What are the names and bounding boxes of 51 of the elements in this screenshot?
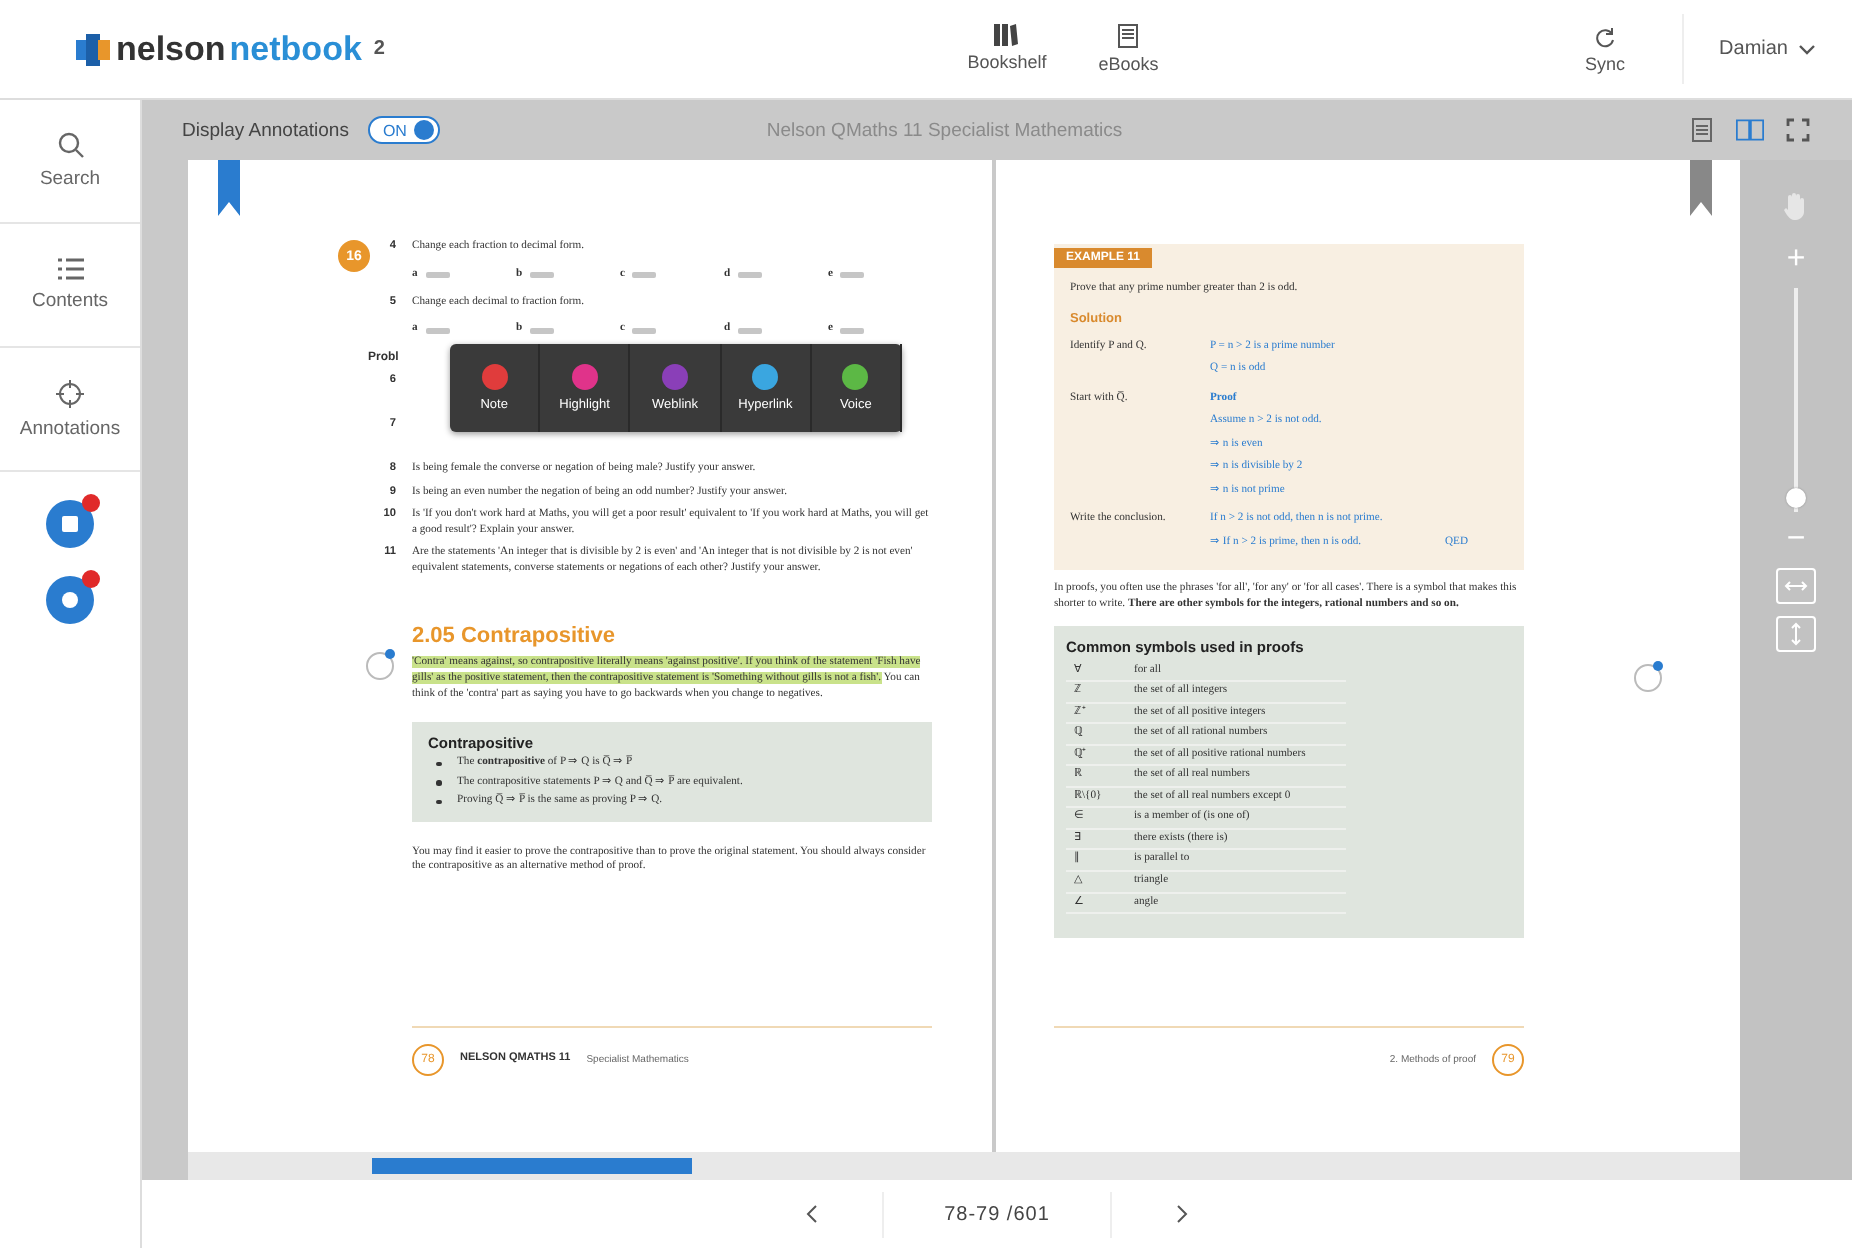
single-page-view-button[interactable] <box>1688 116 1716 144</box>
chevron-down-icon <box>1798 43 1816 55</box>
bullet-icon <box>436 799 441 805</box>
dot-icon <box>60 590 80 610</box>
illegible-value <box>425 272 450 279</box>
double-page-view-button[interactable] <box>1736 116 1764 144</box>
sync-button[interactable]: Sync <box>1581 21 1630 77</box>
illegible-value <box>840 327 865 334</box>
logo[interactable]: nelson netbook 2 <box>76 29 385 69</box>
crosshair-icon <box>56 379 84 407</box>
note-annotation-button[interactable] <box>46 500 94 548</box>
list-icon <box>57 258 83 280</box>
horizontal-arrows-icon <box>1784 578 1808 594</box>
illegible-value <box>425 327 450 334</box>
illegible-value <box>530 272 555 279</box>
bullet-icon <box>436 780 441 786</box>
illegible-value <box>632 272 657 279</box>
vertical-arrows-icon <box>1788 622 1804 646</box>
ebook-icon <box>1118 24 1139 48</box>
annotation-marker-icon[interactable] <box>1632 660 1664 696</box>
illegible-value <box>738 272 763 279</box>
sidebar-item[interactable]: Annotations <box>0 348 140 472</box>
chevron-left-icon <box>806 1204 819 1224</box>
illegible-value <box>632 327 657 334</box>
illegible-value <box>738 327 763 334</box>
books-icon <box>994 24 1019 46</box>
user-menu[interactable]: Damian <box>1681 14 1816 84</box>
nav-button[interactable]: eBooks <box>1094 20 1163 78</box>
weblink-annotation-button[interactable] <box>46 576 94 624</box>
annotations-label: Display Annotations <box>182 119 349 141</box>
fullscreen-button[interactable] <box>1784 116 1812 144</box>
book-title: Nelson QMaths 11 Specialist Mathematics <box>764 119 1125 141</box>
sync-icon <box>1594 25 1617 47</box>
bookmark-icon[interactable] <box>218 160 240 216</box>
annotation-marker-icon[interactable] <box>364 648 396 684</box>
bullet-icon <box>436 761 441 767</box>
annotations-toggle[interactable]: ON <box>368 116 441 144</box>
illegible-value <box>840 272 865 279</box>
chevron-right-icon <box>1175 1204 1188 1224</box>
sidebar-item[interactable]: Contents <box>0 224 140 348</box>
scrollbar[interactable] <box>188 1152 1740 1180</box>
illegible-value <box>530 327 555 334</box>
notification-dot <box>82 494 100 512</box>
search-icon <box>57 132 83 158</box>
section-heading: 2.05 Contrapositive <box>412 624 617 649</box>
notification-dot <box>82 570 100 588</box>
sidebar-item[interactable]: Search <box>0 100 140 224</box>
nav-button[interactable]: Bookshelf <box>963 20 1051 78</box>
page-indicator: 78-79 /601 <box>882 1191 1112 1237</box>
note-icon <box>60 514 80 534</box>
bookmark-icon[interactable] <box>1690 160 1712 216</box>
